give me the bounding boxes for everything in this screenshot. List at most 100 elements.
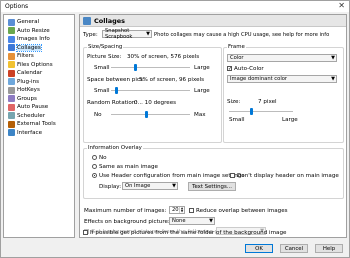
rotation-no: No: [94, 112, 102, 118]
sidebar-item-filters[interactable]: Filters: [8, 52, 34, 60]
general-icon: [8, 18, 15, 26]
sidebar-item-external-tools[interactable]: External Tools: [8, 120, 56, 128]
max-images-value: 20: [172, 207, 179, 213]
external-tools-icon: [8, 120, 15, 128]
auto-pause-icon: [8, 103, 15, 111]
sidebar-item-label: Plug-ins: [17, 78, 40, 85]
auto-color-label: Auto-Color: [234, 66, 264, 72]
sidebar-item-label: Files Options: [17, 61, 53, 68]
sidebar-item-general[interactable]: General: [8, 18, 39, 26]
sidebar-item-images-info[interactable]: Images Info: [8, 35, 50, 43]
sidebar-item-label: Collages: [16, 43, 42, 52]
hotkeys-icon: [8, 86, 15, 94]
dont-display-checkbox[interactable]: [230, 173, 235, 178]
rotation-max: Max: [194, 112, 206, 118]
reduce-overlap-label: Reduce overlap between images: [196, 208, 288, 214]
picture-size-slider[interactable]: [111, 64, 190, 71]
calendar-icon: [8, 69, 15, 77]
ok-button[interactable]: OK: [245, 244, 273, 253]
rotation-slider[interactable]: [111, 111, 190, 118]
sidebar-item-label: Images Info: [17, 36, 50, 42]
window-title: Options: [5, 3, 29, 10]
frame-color-value: Color: [230, 55, 244, 61]
same-folder-option[interactable]: If possible get pictures from the same f…: [83, 230, 286, 236]
sidebar-item-label: Calendar: [17, 70, 43, 76]
sidebar-item-label: External Tools: [17, 121, 56, 127]
auto-color-option[interactable]: ✓ Auto-Color: [227, 66, 264, 72]
slider-thumb[interactable]: [114, 87, 118, 94]
sidebar-item-calendar[interactable]: Calendar: [8, 69, 42, 77]
type-note: Photo collages may cause a high CPU usag…: [154, 32, 330, 38]
overlay-same-radio[interactable]: [92, 164, 97, 169]
chevron-down-icon: ▼: [172, 183, 176, 189]
sidebar-item-scheduler[interactable]: Scheduler: [8, 112, 45, 120]
groups-icon: [8, 95, 15, 102]
sidebar-item-hotkeys[interactable]: HotKeys: [8, 86, 40, 94]
sidebar-item-label: Filters: [17, 53, 34, 59]
panel-header: Collages: [80, 15, 346, 27]
images-info-icon: [8, 35, 15, 43]
dont-display-option[interactable]: Don't display header on main image: [230, 173, 339, 179]
files-options-icon: [8, 61, 15, 68]
info-overlay-group: Information Overlay No Same as main imag…: [83, 145, 344, 199]
frame-size-slider[interactable]: [229, 108, 293, 115]
sidebar-item-label: HotKeys: [17, 87, 40, 93]
picture-size-value: 30% of screen, 576 pixels: [127, 54, 200, 60]
sidebar-item-interface[interactable]: Interface: [8, 129, 42, 137]
sidebar-item-auto-pause[interactable]: Auto Pause: [8, 103, 48, 111]
sidebar-item-label: General: [17, 19, 40, 25]
collages-icon: [83, 16, 91, 25]
auto-color-checkbox[interactable]: ✓: [227, 66, 232, 72]
sidebar-item-files-options[interactable]: Files Options: [8, 61, 53, 69]
text-settings-button[interactable]: Text Settings...: [188, 182, 236, 191]
sidebar-item-collages[interactable]: Collages: [8, 43, 42, 52]
cancel-button[interactable]: Cancel: [280, 244, 308, 253]
slider-thumb[interactable]: [133, 64, 137, 71]
scheduler-icon: [8, 112, 15, 119]
frame-size-large: Large: [282, 117, 298, 123]
overlay-header-label: Use Header configuration from main image…: [99, 173, 245, 179]
space-slider[interactable]: [111, 87, 190, 94]
reduce-overlap-option[interactable]: Reduce overlap between images: [189, 208, 288, 214]
sidebar-item-plug-ins[interactable]: Plug-ins: [8, 78, 39, 86]
overlay-header-option[interactable]: Use Header configuration from main image…: [92, 173, 244, 179]
stepper-arrows-icon[interactable]: ▲ ▼: [179, 207, 184, 213]
frame-group: Frame Color ▼ ✓ Auto-Color Image dominant…: [223, 44, 344, 143]
display-select[interactable]: On Image ▼: [122, 182, 178, 190]
space-value: 5% of screen, 96 pixels: [139, 77, 205, 83]
reduce-overlap-checkbox[interactable]: [189, 208, 194, 213]
effects-label: Effects on background picture:: [84, 219, 170, 225]
dominant-color-value: Image dominant color: [230, 76, 288, 82]
frame-size-label: Size:: [227, 99, 241, 105]
frame-size-small: Small: [229, 117, 245, 123]
overlay-header-radio[interactable]: [92, 173, 97, 178]
sidebar-item-label: Groups: [17, 95, 37, 102]
max-images-stepper[interactable]: 20 ▲ ▼: [169, 206, 185, 214]
chevron-down-icon: ▼: [331, 76, 335, 82]
help-button[interactable]: Help: [315, 244, 343, 253]
same-folder-checkbox[interactable]: [83, 230, 88, 235]
overlay-same-label: Same as main image: [99, 164, 158, 170]
frame-color-select[interactable]: Color ▼: [227, 54, 337, 62]
rotation-label: Random Rotation:: [87, 100, 138, 106]
type-select[interactable]: Snapshot Scrapbook ▼: [102, 28, 152, 40]
effects-select-value: None: [172, 218, 186, 224]
chevron-down-icon: ▼: [331, 55, 335, 61]
dont-display-label: Don't display header on main image: [237, 173, 339, 179]
overlay-no-radio[interactable]: [92, 155, 97, 160]
slider-thumb[interactable]: [145, 111, 149, 118]
sidebar-item-auto-resize[interactable]: Auto Resize: [8, 27, 50, 35]
max-images-label: Maximum number of images:: [84, 208, 167, 214]
sidebar-item-groups[interactable]: Groups: [8, 95, 37, 103]
overlay-same-option[interactable]: Same as main image: [92, 164, 158, 170]
title-bar: Options ✕: [1, 1, 349, 12]
collages-panel: Collages Type: Snapshot Scrapbook ▼ Phot…: [79, 14, 347, 238]
close-icon[interactable]: ✕: [338, 2, 345, 10]
effects-select[interactable]: None ▼: [169, 217, 215, 225]
dominant-color-select[interactable]: Image dominant color ▼: [227, 75, 337, 83]
picture-size-small: Small: [94, 65, 110, 71]
interface-icon: [8, 129, 15, 136]
overlay-no-label: No: [99, 155, 107, 161]
overlay-no-option[interactable]: No: [92, 155, 107, 161]
slider-thumb[interactable]: [250, 108, 254, 115]
